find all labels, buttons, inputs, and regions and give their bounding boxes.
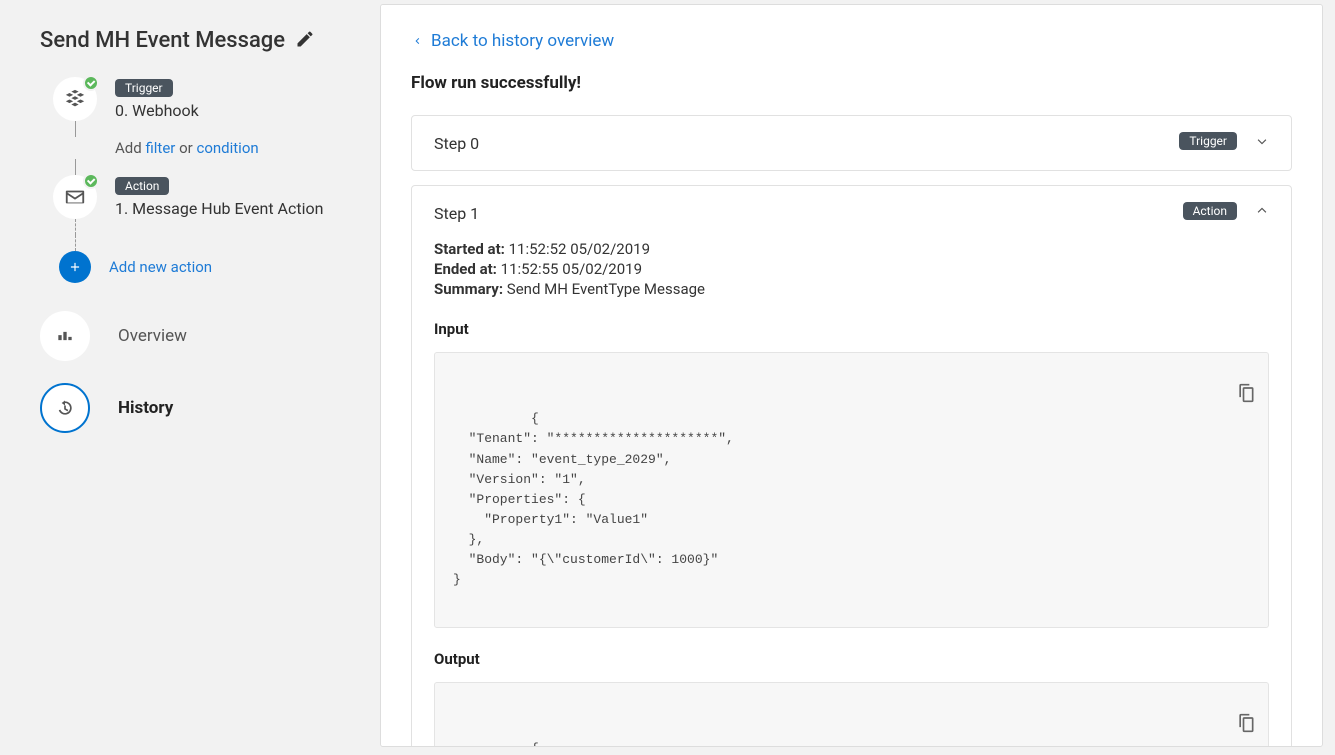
summary-label: Summary:: [434, 280, 503, 298]
started-at: Started at: 11:52:52 05/02/2019: [434, 240, 1269, 258]
summary-value: Send MH EventType Message: [507, 280, 705, 298]
started-label: Started at:: [434, 240, 505, 258]
back-link[interactable]: Back to history overview: [411, 31, 1292, 51]
nav-overview[interactable]: Overview: [40, 311, 360, 361]
blocks-icon: [64, 88, 86, 110]
sidebar: Send MH Event Message Trigger 0. Webhook…: [0, 0, 380, 755]
add-action-label: Add new action: [109, 258, 212, 276]
ended-label: Ended at:: [434, 260, 497, 278]
chevron-down-icon[interactable]: [1255, 134, 1269, 152]
step-meta: Action 1. Message Hub Event Action: [115, 175, 323, 218]
step-circle: [53, 175, 97, 219]
step-card-body: Started at: 11:52:52 05/02/2019 Ended at…: [412, 240, 1291, 747]
step-card-header[interactable]: Step 0 Trigger: [412, 116, 1291, 170]
success-badge-icon: [83, 75, 99, 91]
filter-link[interactable]: filter: [145, 139, 175, 157]
step-card-title: Step 1: [434, 204, 479, 223]
flow-step-trigger[interactable]: Trigger 0. Webhook: [53, 77, 360, 121]
step-card-title: Step 0: [434, 134, 479, 153]
step-card-1: Step 1 Action Started at: 11:52:52 05/02…: [411, 185, 1292, 747]
nav-label: History: [118, 398, 173, 418]
nav-list: Overview History: [40, 311, 360, 433]
back-label: Back to history overview: [431, 31, 614, 51]
add-filter-prefix: Add: [115, 139, 142, 157]
input-code-block: { "Tenant": "*********************", "Na…: [434, 352, 1269, 628]
step-card-badge: Action: [1183, 202, 1237, 220]
connector: [75, 219, 76, 235]
condition-link[interactable]: condition: [196, 139, 258, 157]
step-meta: Trigger 0. Webhook: [115, 77, 199, 120]
step-label: 0. Webhook: [115, 101, 199, 120]
step-label: 1. Message Hub Event Action: [115, 199, 323, 218]
plus-icon[interactable]: [59, 251, 91, 283]
output-label: Output: [434, 650, 1269, 668]
ended-value: 11:52:55 05/02/2019: [501, 260, 642, 278]
copy-icon[interactable]: [1142, 363, 1256, 430]
step-badge: Action: [115, 177, 169, 195]
input-label: Input: [434, 320, 1269, 338]
edit-icon[interactable]: [295, 29, 315, 53]
ended-at: Ended at: 11:52:55 05/02/2019: [434, 260, 1269, 278]
nav-label: Overview: [118, 326, 187, 346]
chevron-left-icon: [411, 35, 423, 47]
add-filter-or: or: [179, 139, 193, 157]
step-badge: Trigger: [115, 79, 173, 97]
add-action-row[interactable]: Add new action: [53, 251, 360, 283]
started-value: 11:52:52 05/02/2019: [509, 240, 650, 258]
nav-history[interactable]: History: [40, 383, 360, 433]
success-badge-icon: [83, 173, 99, 189]
flow-steps: Trigger 0. Webhook Add filter or conditi…: [53, 77, 360, 283]
output-code: { "Succeeded": true }: [453, 741, 601, 747]
connector: [75, 159, 76, 175]
connector: [75, 121, 76, 137]
history-icon: [40, 383, 90, 433]
step-card-0: Step 0 Trigger: [411, 115, 1292, 171]
step-card-header[interactable]: Step 1 Action: [412, 186, 1291, 240]
flow-title: Send MH Event Message: [40, 28, 285, 53]
summary: Summary: Send MH EventType Message: [434, 280, 1269, 298]
flow-step-action[interactable]: Action 1. Message Hub Event Action: [53, 175, 360, 219]
status-heading: Flow run successfully!: [411, 73, 1292, 93]
envelope-icon: [64, 186, 86, 208]
output-code-block: { "Succeeded": true }: [434, 682, 1269, 747]
overview-icon: [40, 311, 90, 361]
step-card-badge: Trigger: [1179, 132, 1237, 150]
chevron-up-icon[interactable]: [1255, 204, 1269, 222]
copy-icon[interactable]: [1142, 693, 1256, 747]
main-panel: Back to history overview Flow run succes…: [380, 4, 1323, 747]
input-code: { "Tenant": "*********************", "Na…: [453, 411, 734, 587]
flow-title-row: Send MH Event Message: [40, 28, 360, 53]
step-circle: [53, 77, 97, 121]
add-filter-line: Add filter or condition: [53, 137, 360, 159]
connector: [75, 235, 76, 251]
